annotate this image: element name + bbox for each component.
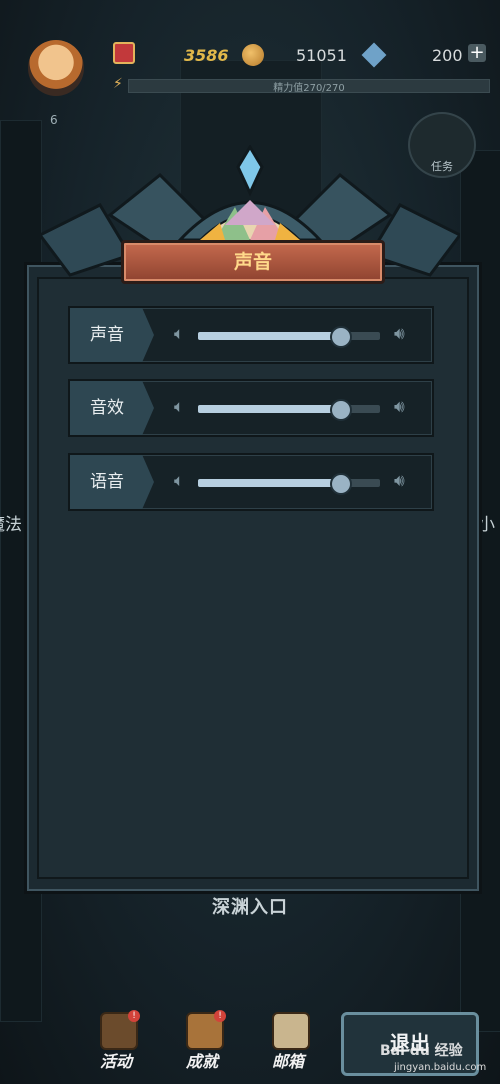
voice-slider-track[interactable] — [198, 473, 380, 495]
dialog-title-plate: 声音 — [121, 240, 385, 284]
speaker-high-icon[interactable]: 🔊︎ — [394, 324, 405, 344]
achievements-badge: ! — [214, 1010, 226, 1022]
sfx-row-label: 音效 — [90, 398, 124, 418]
sfx-slider-knob[interactable] — [329, 399, 352, 421]
speaker-low-icon[interactable]: 🔈︎ — [174, 324, 184, 344]
speaker-high-icon[interactable]: 🔊︎ — [394, 471, 405, 491]
voice-slider-knob[interactable] — [329, 473, 352, 495]
player-level: 6 — [50, 113, 58, 127]
coin-amount: 51051 — [296, 46, 347, 65]
sound-row-label-tab: 声音 — [70, 308, 154, 362]
energy-bar: 精力值270/270 — [128, 79, 490, 94]
energy-text: 精力值270/270 — [273, 83, 345, 94]
sound-slider-fill — [198, 332, 340, 340]
abyss-entrance-label[interactable]: 深渊入口 — [0, 893, 500, 919]
voice-row-label-tab: 语音 — [70, 455, 154, 509]
sfx-slider-fill — [198, 405, 340, 413]
achievements-button[interactable]: ! 成就 — [172, 1010, 232, 1074]
sound-slider-track[interactable] — [198, 326, 380, 348]
mailbox-button[interactable]: 邮箱 — [258, 1010, 318, 1074]
events-badge: ! — [128, 1010, 140, 1022]
voice-row: 语音 🔈︎ 🔊︎ — [68, 453, 434, 511]
gem-amount: 200 — [432, 46, 463, 65]
speaker-low-icon[interactable]: 🔈︎ — [174, 397, 184, 417]
sfx-row: 音效 🔈︎ 🔊︎ — [68, 379, 434, 437]
sound-row: 声音 🔈︎ 🔊︎ — [68, 306, 434, 364]
player-avatar[interactable] — [28, 40, 84, 96]
add-gems-button[interactable]: + — [468, 44, 486, 62]
gem-icon — [361, 42, 387, 68]
voice-slider-fill — [198, 479, 340, 487]
speaker-high-icon[interactable]: 🔊︎ — [394, 397, 405, 417]
achievements-label: 成就 — [185, 1052, 218, 1071]
sound-row-label: 声音 — [90, 325, 124, 345]
mailbox-label: 邮箱 — [271, 1052, 304, 1071]
dialog-title: 声音 — [233, 251, 272, 273]
lightning-icon: ⚡ — [113, 76, 123, 92]
baidu-watermark: Bai du 经验 — [380, 1043, 463, 1059]
sfx-slider-track[interactable] — [198, 399, 380, 421]
sound-slider-knob[interactable] — [329, 326, 352, 348]
events-button[interactable]: ! 活动 — [86, 1010, 146, 1074]
mailbox-icon — [272, 1012, 310, 1050]
gold-amount: 3586 — [184, 46, 229, 65]
left-building-label[interactable]: 魔法 — [0, 510, 22, 535]
watermark-url: jingyan.baidu.com — [394, 1062, 487, 1073]
top-hud: 6 3586 51051 200 + ⚡ 精力值270/270 — [0, 0, 500, 127]
coin-icon — [242, 44, 264, 66]
sfx-row-label-tab: 音效 — [70, 381, 154, 435]
rank-banner-icon — [113, 42, 135, 64]
voice-row-label: 语音 — [90, 472, 124, 492]
events-label: 活动 — [99, 1052, 132, 1071]
speaker-low-icon[interactable]: 🔈︎ — [174, 471, 184, 491]
dialog-panel — [37, 277, 469, 879]
